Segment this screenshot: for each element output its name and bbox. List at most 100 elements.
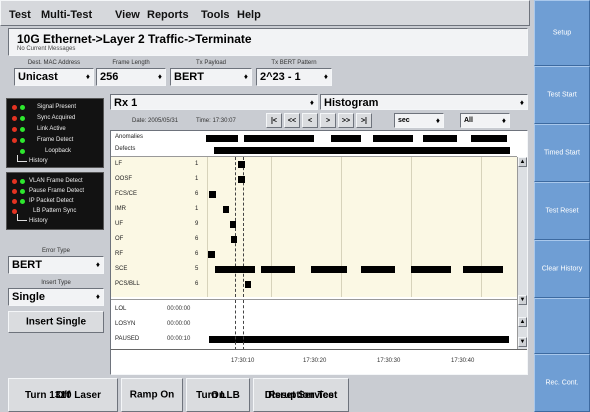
counter-label: PCS/BLL [115,281,140,287]
counter-bar [215,266,255,273]
clear-history-softkey[interactable]: Clear History [534,240,590,298]
page-title: 10G Ethernet->Layer 2 Traffic->Terminate [17,32,252,46]
led-red-icon [12,189,17,194]
reset-service-disruption-button[interactable]: Reset Service Disruption Test [253,378,349,412]
menu-multi-test[interactable]: Multi-Test [41,9,92,21]
led-green-icon [20,199,25,204]
led-red-icon [12,127,17,132]
anomaly-bar [373,135,413,142]
counter-label: SCE [115,266,128,272]
counter-value: 6 [195,191,199,197]
chevron-down-icon: ♦ [95,260,100,269]
counter-bar [261,266,295,273]
error-type-select[interactable]: BERT ♦ [8,256,104,274]
defects-label: Defects [115,146,136,152]
status-rows-area: LOL 00:00:00 LOSYN 00:00:00 PAUSED 00:00… [111,299,517,350]
nav-last-button[interactable]: >| [356,113,372,128]
anomaly-bar [423,135,457,142]
led-label-ip-packet-detect: IP Packet Detect [29,198,74,204]
led-green-icon [20,149,25,154]
paused-bar [209,336,509,343]
led-red-icon [12,179,17,184]
counter-bar [231,236,237,243]
test-reset-softkey[interactable]: Test Reset [534,182,590,240]
nav-prev-button[interactable]: < [302,113,318,128]
counter-value: 1 [195,161,199,167]
cursor-line [243,300,244,350]
nav-first-button[interactable]: |< [266,113,282,128]
chevron-down-icon: ♦ [157,72,162,81]
counter-bar [209,191,216,198]
timed-start-softkey[interactable]: Timed Start [534,124,590,182]
test-start-softkey[interactable]: Test Start [534,66,590,124]
turn-laser-off-button[interactable]: Turn 1310 Laser Off [8,378,118,412]
ramp-on-button[interactable]: Ramp On [121,378,183,412]
menu-test[interactable]: Test [9,9,31,21]
chevron-down-icon: ♦ [243,72,248,81]
resolution-select[interactable]: sec ♦ [394,113,444,128]
scroll-down-icon[interactable]: ▼ [518,337,527,347]
insert-single-button[interactable]: Insert Single [8,311,104,333]
turn-llb-on-button[interactable]: Turn LLB On [186,378,250,412]
scroll-up-icon[interactable]: ▲ [518,317,527,327]
led-label-frame-detect: Frame Detect [37,137,74,143]
insert-type-label: Insert Type [41,280,71,286]
rec-cont-softkey[interactable]: Rec. Cont. [534,354,590,412]
dest-mac-select[interactable]: Unicast ♦ [14,68,94,86]
tx-bert-pattern-select[interactable]: 2^23 - 1 ♦ [256,68,332,86]
time-tick-label: 17:30:30 [377,358,401,364]
counter-label: RF [115,251,123,257]
counter-bar [411,266,451,273]
test-title-box: 10G Ethernet->Layer 2 Traffic->Terminate… [8,28,528,56]
status-label: PAUSED [115,336,140,342]
chevron-down-icon: ♦ [323,72,328,81]
view-mode-select[interactable]: Histogram ♦ [320,94,528,110]
menu-help[interactable]: Help [237,9,261,21]
scroll-up-icon[interactable]: ▲ [518,157,527,167]
chevron-down-icon: ♦ [309,98,314,107]
counter-bar [238,176,245,183]
insert-type-select[interactable]: Single ♦ [8,288,104,306]
history-label: History [29,158,48,164]
counter-value: 1 [195,206,199,212]
frame-length-select[interactable]: 256 ♦ [96,68,166,86]
nav-forward-button[interactable]: >> [338,113,354,128]
counter-bar [223,206,229,213]
counter-value: 6 [195,251,199,257]
tx-payload-select[interactable]: BERT ♦ [170,68,252,86]
history-label: History [29,218,48,224]
counter-bar [208,251,215,258]
cursor-line [235,300,236,350]
blank-softkey[interactable] [534,298,590,354]
nav-rewind-button[interactable]: << [284,113,300,128]
led-red-icon [12,105,17,110]
menu-reports[interactable]: Reports [147,9,189,21]
led-red-icon [12,199,17,204]
status-label: LOL [115,306,127,312]
led-label-pause-frame-detect: Pause Frame Detect [29,188,85,194]
chevron-down-icon: ♦ [435,116,440,125]
setup-softkey[interactable]: Setup [534,0,590,66]
led-label-signal-present: Signal Present [37,104,77,110]
led-label-lb-pattern-sync: LB Pattern Sync [33,208,77,214]
counter-rows-area: LF 1 OOSF 1 FCS/CE 6 IMR 1 UF 9 OF 6 RF … [111,157,517,297]
frame-led-panel: VLAN Frame Detect Pause Frame Detect IP … [6,172,104,230]
counter-label: OF [115,236,124,242]
scroll-down-icon[interactable]: ▼ [518,295,527,305]
counter-value: 6 [195,281,199,287]
port-select[interactable]: Rx 1 ♦ [110,94,318,110]
filter-select[interactable]: All ♦ [460,113,510,128]
anomaly-bar [206,135,238,142]
chevron-down-icon: ♦ [501,116,506,125]
vertical-scrollbar[interactable]: ▲ ▼ ▲ ▼ [517,157,527,349]
counter-value: 6 [195,236,199,242]
menu-tools[interactable]: Tools [201,9,230,21]
menu-view[interactable]: View [115,9,140,21]
time-tick-label: 17:30:10 [231,358,255,364]
time-tick-label: 17:30:20 [303,358,327,364]
led-label-link-active: Link Active [37,126,66,132]
anomaly-bar [471,135,507,142]
nav-next-button[interactable]: > [320,113,336,128]
chevron-down-icon: ♦ [95,292,100,301]
date-label: Date: 2005/05/31 [132,118,179,124]
